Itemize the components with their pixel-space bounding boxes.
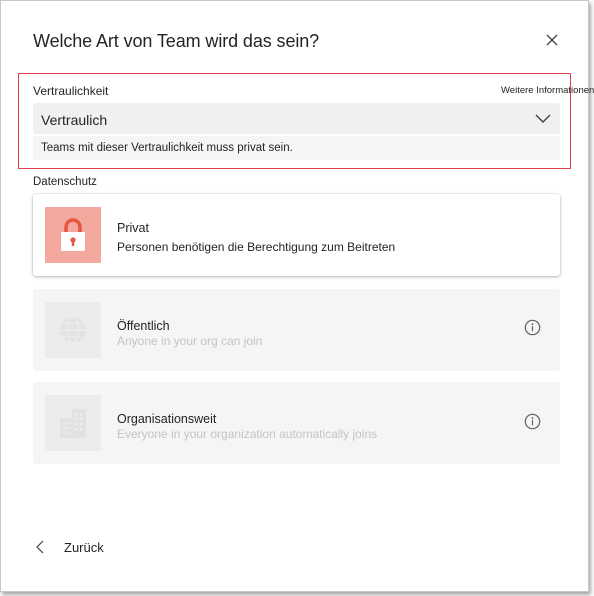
option-title: Öffentlich xyxy=(117,319,170,333)
confidentiality-label: Vertraulichkeit xyxy=(33,84,109,98)
privacy-option-private[interactable]: Privat Personen benötigen die Berechtigu… xyxy=(33,194,560,276)
privacy-option-public: Öffentlich Anyone in your org can join xyxy=(33,289,560,371)
chevron-down-icon xyxy=(535,114,551,123)
option-title: Privat xyxy=(117,221,149,235)
privacy-option-org-wide: Organisationsweit Everyone in your organ… xyxy=(33,382,560,464)
confidentiality-select[interactable]: Vertraulich xyxy=(33,103,560,134)
close-icon xyxy=(546,34,558,46)
privacy-label: Datenschutz xyxy=(33,176,97,188)
option-description: Personen benötigen die Berechtigung zum … xyxy=(117,240,396,254)
lock-icon xyxy=(45,207,101,263)
confidentiality-selected-value: Vertraulich xyxy=(41,112,108,128)
close-button[interactable] xyxy=(541,29,563,51)
back-button[interactable]: Zurück xyxy=(35,538,104,556)
option-description: Anyone in your org can join xyxy=(117,334,263,348)
building-icon xyxy=(45,395,101,451)
option-title: Organisationsweit xyxy=(117,412,217,426)
back-label: Zurück xyxy=(64,539,104,555)
info-icon[interactable] xyxy=(524,413,541,430)
confidentiality-hint-text: Teams mit dieser Vertraulichkeit muss pr… xyxy=(41,142,293,154)
globe-icon xyxy=(45,302,101,358)
confidentiality-hint: Teams mit dieser Vertraulichkeit muss pr… xyxy=(33,136,560,160)
option-description: Everyone in your organization automatica… xyxy=(117,427,378,441)
chevron-left-icon xyxy=(36,540,44,554)
team-type-dialog: Welche Art von Team wird das sein? Vertr… xyxy=(0,0,594,592)
dialog-title: Welche Art von Team wird das sein? xyxy=(33,31,320,51)
info-icon[interactable] xyxy=(524,319,541,336)
more-info-link[interactable]: Weitere Informationen xyxy=(501,85,594,96)
